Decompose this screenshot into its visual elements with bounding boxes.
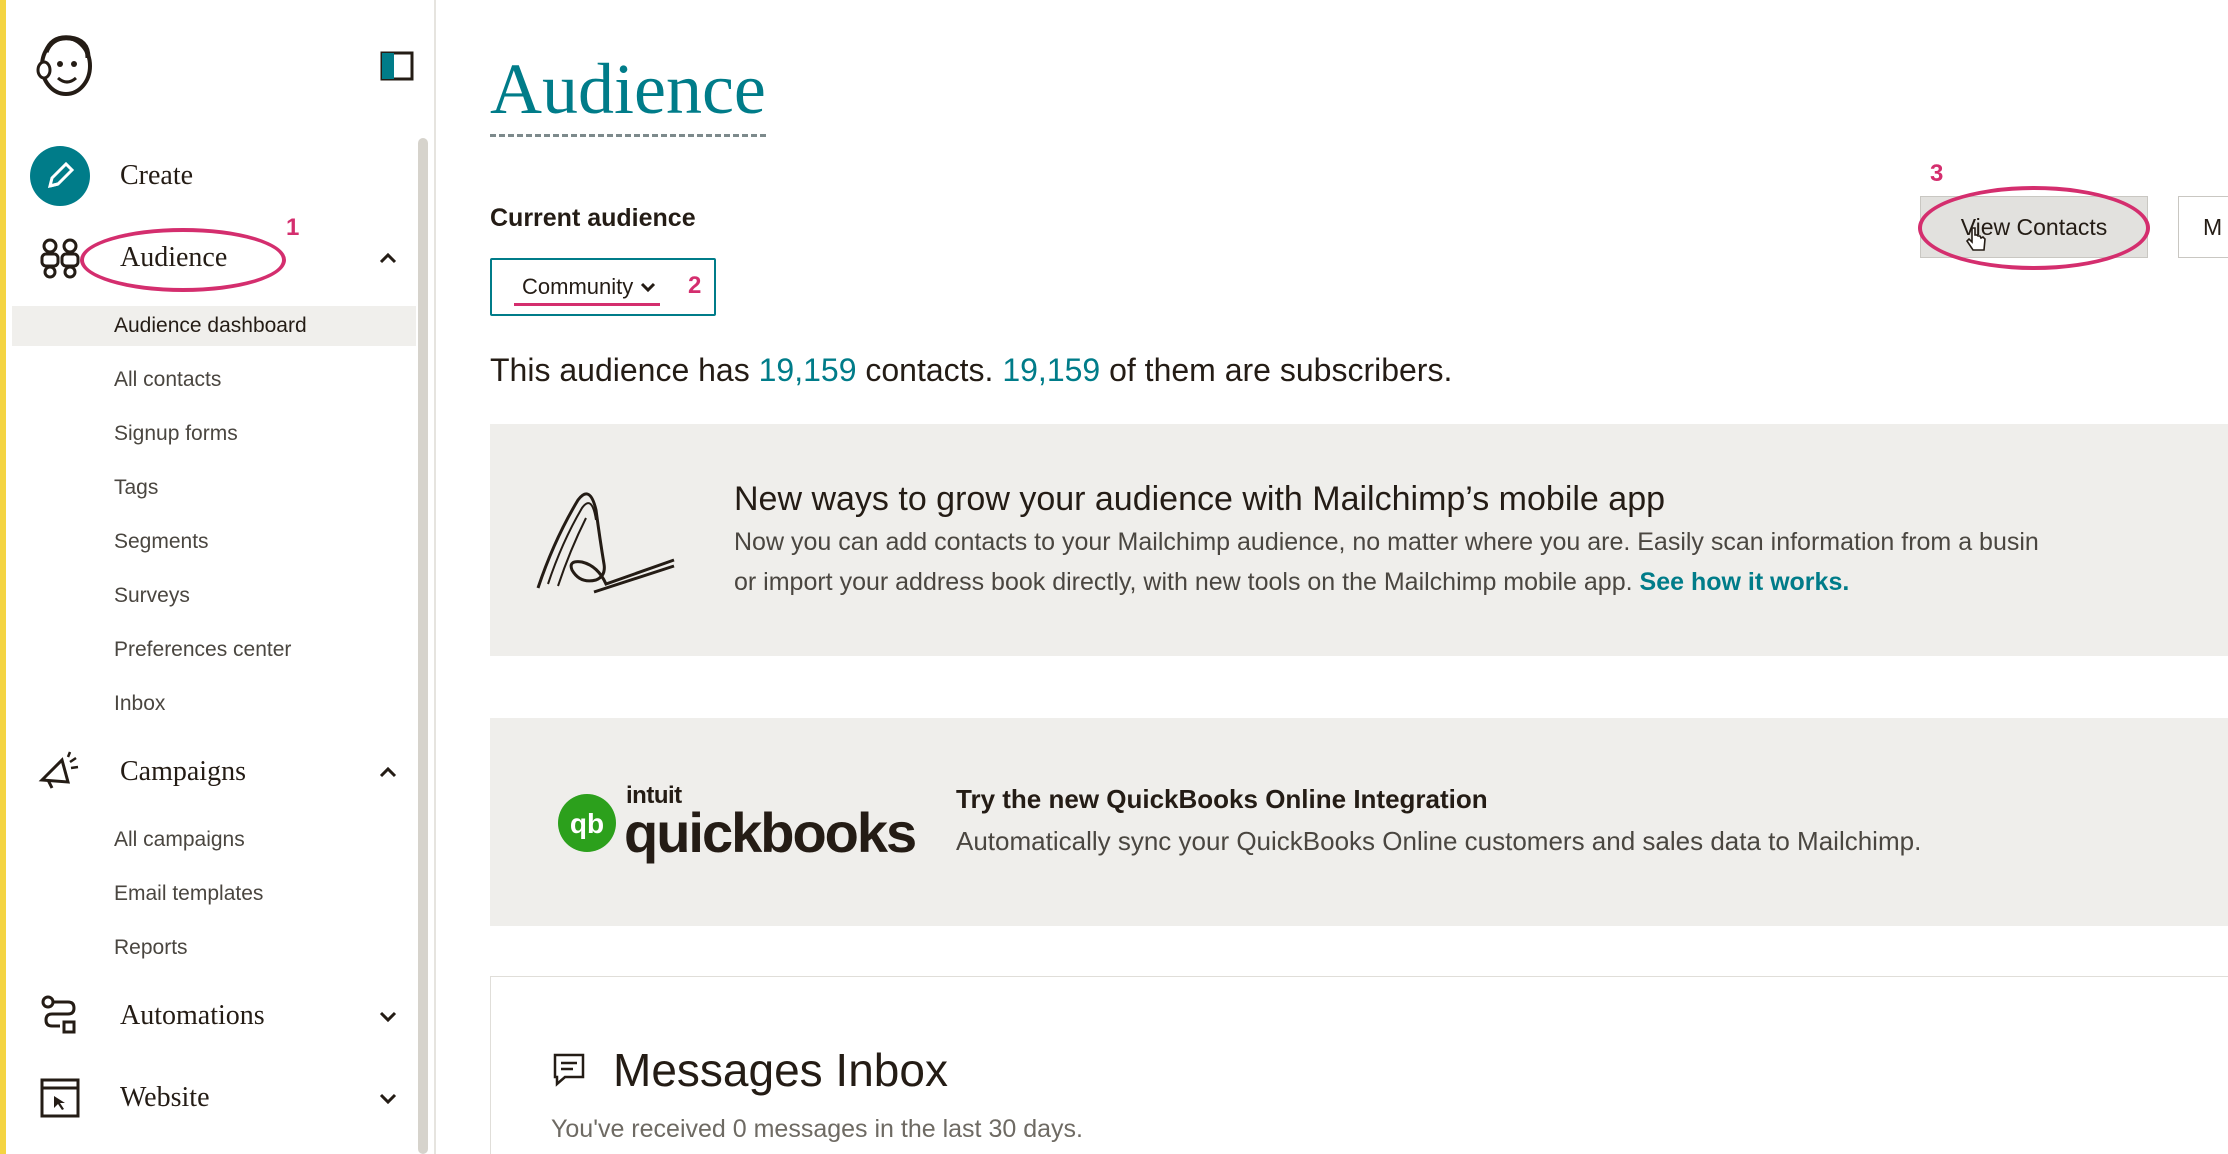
quickbooks-logo: qb intuit quickbooks xyxy=(558,782,917,864)
mobile-card-line2-text: or import your address book directly, wi… xyxy=(734,568,1633,596)
chevron-up-icon[interactable] xyxy=(376,246,400,270)
chevron-down-icon xyxy=(641,282,656,293)
nav-website-label: Website xyxy=(120,1082,210,1113)
nav-audience-label: Audience xyxy=(120,242,228,273)
sidebar-item-signup-forms[interactable]: Signup forms xyxy=(114,415,238,453)
quickbooks-mark-icon: qb xyxy=(558,794,616,852)
sidebar-item-all-contacts[interactable]: All contacts xyxy=(114,361,221,399)
messages-inbox-card: Messages Inbox You've received 0 message… xyxy=(490,976,2228,1154)
current-audience-label: Current audience xyxy=(490,204,696,232)
sidebar: Create Audience Audience dashboard All c… xyxy=(6,0,436,1154)
mobile-app-card: New ways to grow your audience with Mail… xyxy=(490,424,2228,656)
summary-suffix: of them are subscribers. xyxy=(1109,352,1453,388)
quickbooks-card-heading: Try the new QuickBooks Online Integratio… xyxy=(956,784,1488,814)
contacts-count: 19,159 xyxy=(758,352,857,388)
chevron-up-icon[interactable] xyxy=(376,760,400,784)
annotation-step-2: 2 xyxy=(688,272,702,299)
quickbooks-card-body: Automatically sync your QuickBooks Onlin… xyxy=(956,826,1922,856)
view-contacts-button[interactable]: View Contacts xyxy=(1920,196,2148,258)
sidebar-item-segments[interactable]: Segments xyxy=(114,523,209,561)
nav-audience[interactable]: Audience xyxy=(30,228,400,288)
signature-illustration-icon xyxy=(536,492,675,594)
pointer-cursor-icon xyxy=(1966,227,1986,251)
subscribers-count: 19,159 xyxy=(1002,352,1101,388)
quickbooks-wordmark: quickbooks xyxy=(624,801,917,864)
summary-prefix: This audience has xyxy=(490,352,750,388)
nav-create[interactable]: Create xyxy=(30,146,400,206)
more-options-button[interactable]: M xyxy=(2178,196,2228,258)
nav-website[interactable]: Website xyxy=(30,1068,400,1128)
message-icon xyxy=(553,1053,585,1087)
audience-select-value: Community xyxy=(522,274,634,299)
chevron-down-icon[interactable] xyxy=(376,1004,400,1028)
automations-icon xyxy=(30,986,90,1046)
audience-icon xyxy=(30,228,90,288)
sidebar-item-email-templates[interactable]: Email templates xyxy=(114,875,263,913)
pencil-icon xyxy=(30,146,90,206)
quickbooks-card: qb intuit quickbooks Try the new QuickBo… xyxy=(490,718,2228,926)
nav-create-label: Create xyxy=(120,160,194,191)
sidebar-collapse-icon[interactable] xyxy=(380,50,414,82)
mobile-card-line2: or import your address book directly, wi… xyxy=(734,562,2039,602)
nav-automations-label: Automations xyxy=(120,1000,265,1031)
see-how-it-works-link[interactable]: See how it works. xyxy=(1640,568,1850,596)
main-content: Audience Current audience Community 2 Th… xyxy=(436,0,2228,1154)
messages-inbox-subtitle: You've received 0 messages in the last 3… xyxy=(551,1115,1083,1143)
sidebar-item-all-campaigns[interactable]: All campaigns xyxy=(114,821,245,859)
quickbooks-mark-text: qb xyxy=(570,808,604,839)
megaphone-icon xyxy=(30,742,90,802)
sidebar-item-surveys[interactable]: Surveys xyxy=(114,577,190,615)
sidebar-item-inbox[interactable]: Inbox xyxy=(114,685,165,723)
annotation-step-3: 3 xyxy=(1930,160,1944,187)
page-title: Audience xyxy=(490,44,766,137)
mobile-card-body: Now you can add contacts to your Mailchi… xyxy=(734,522,2039,602)
audience-select[interactable]: Community xyxy=(490,258,716,316)
sidebar-scrollbar[interactable] xyxy=(418,138,428,1154)
mobile-card-line1: Now you can add contacts to your Mailchi… xyxy=(734,528,2039,556)
messages-inbox-title: Messages Inbox xyxy=(613,1044,948,1096)
nav-automations[interactable]: Automations xyxy=(30,986,400,1046)
chevron-down-icon[interactable] xyxy=(376,1086,400,1110)
sidebar-item-audience-dashboard[interactable]: Audience dashboard xyxy=(114,307,307,345)
audience-summary: This audience has 19,159 contacts. 19,15… xyxy=(490,352,1452,389)
summary-middle: contacts. xyxy=(865,352,994,388)
sidebar-item-reports[interactable]: Reports xyxy=(114,929,188,967)
mobile-card-heading: New ways to grow your audience with Mail… xyxy=(734,480,1666,518)
sidebar-item-tags[interactable]: Tags xyxy=(114,469,158,507)
sidebar-item-preferences-center[interactable]: Preferences center xyxy=(114,631,291,669)
annotation-step-1: 1 xyxy=(286,214,300,241)
website-icon xyxy=(30,1068,90,1128)
nav-campaigns-label: Campaigns xyxy=(120,756,246,787)
mailchimp-logo[interactable] xyxy=(30,30,100,100)
annotation-underline-2 xyxy=(514,303,660,306)
nav-campaigns[interactable]: Campaigns xyxy=(30,742,400,802)
